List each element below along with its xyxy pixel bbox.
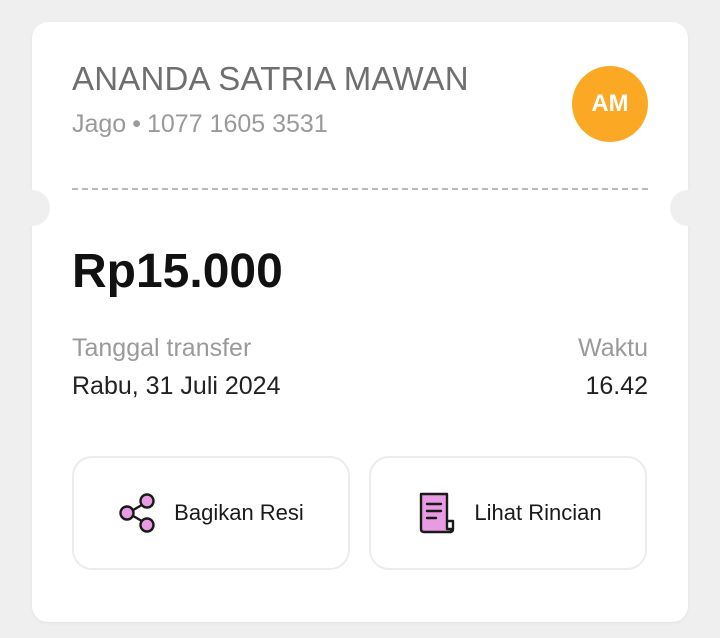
recipient-name: ANANDA SATRIA MAWAN	[72, 60, 469, 97]
view-details-button[interactable]: Lihat Rincian	[369, 456, 647, 570]
recipient-account: Jago • 1077 1605 3531	[72, 110, 328, 139]
transfer-receipt-card: ANANDA SATRIA MAWAN Jago • 1077 1605 3531 …	[14, 22, 706, 622]
view-details-label: Lihat Rincian	[474, 500, 602, 525]
share-receipt-button[interactable]: Bagikan Resi	[72, 456, 350, 570]
recipient-bank: Jago	[72, 110, 127, 138]
ticket-notch-right	[670, 190, 706, 226]
transfer-date-label: Tanggal transfer	[72, 334, 252, 362]
transfer-time-label: Waktu	[578, 334, 648, 362]
share-receipt-label: Bagikan Resi	[174, 500, 304, 525]
transfer-date-value: Rabu, 31 Juli 2024	[72, 372, 281, 400]
recipient-account-number: 1077 1605 3531	[146, 110, 328, 138]
receipt-icon	[414, 491, 458, 535]
transfer-time-value: 16.42	[585, 372, 648, 400]
account-separator: •	[132, 110, 141, 138]
ticket-notch-left	[14, 190, 50, 226]
share-icon	[118, 491, 158, 535]
dashed-divider	[72, 188, 648, 190]
avatar: AM	[572, 66, 648, 142]
transfer-amount: Rp15.000	[72, 245, 283, 298]
